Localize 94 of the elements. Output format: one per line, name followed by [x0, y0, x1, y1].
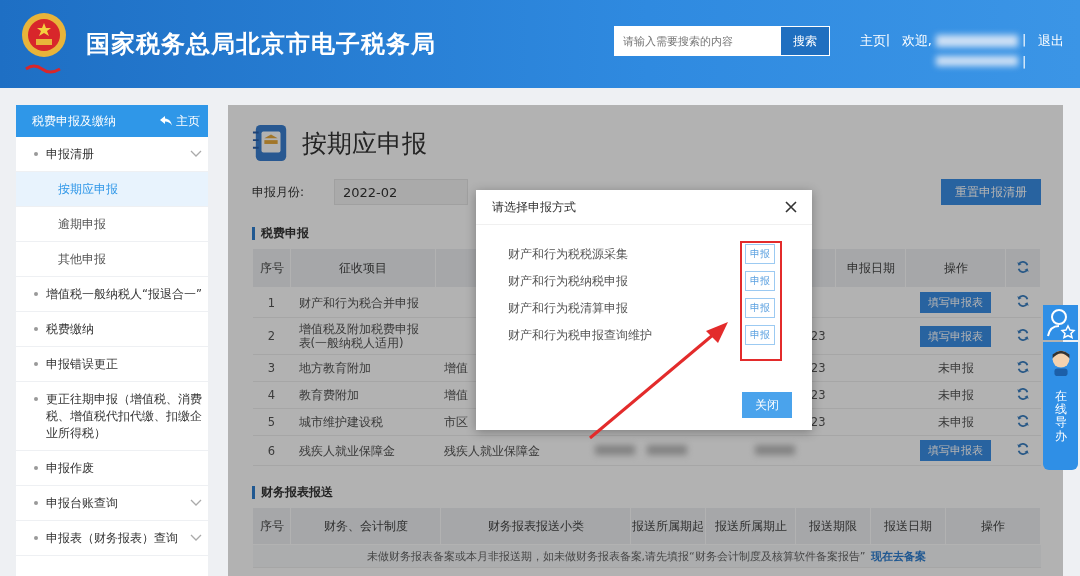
dialog-title: 请选择申报方式 [492, 198, 576, 216]
table-cell: 增值税及附加税费申报表(一般纳税人适用) [290, 317, 436, 355]
fill-form-button[interactable]: 填写申报表 [920, 325, 991, 347]
chevron-down-icon[interactable] [190, 150, 202, 158]
declare-button[interactable]: 申报 [745, 244, 775, 264]
column-header: 报送所属期止 [705, 507, 796, 545]
table-cell: 2 [252, 317, 291, 355]
home-link[interactable]: 主页 [859, 32, 886, 50]
bullet-icon [34, 362, 38, 366]
column-header: 报送期限 [795, 507, 871, 545]
month-field[interactable]: 2022-02 [334, 179, 468, 205]
page-title: 按期应申报 [302, 127, 427, 160]
logout-link[interactable]: 退出 [1038, 32, 1064, 50]
blurred-text [754, 444, 795, 455]
option-label: 财产和行为税税源采集 [508, 246, 629, 262]
column-header: 财务报表报送小类 [440, 507, 631, 545]
sidebar-item[interactable]: 申报错误更正 [16, 347, 208, 382]
table-cell: 残疾人就业保障金 [435, 435, 581, 466]
separator: | [1022, 32, 1028, 49]
bullet-icon [34, 152, 38, 156]
notice-text: 未做财务报表备案或本月非报送期，如未做财务报表备案,请先填报“财务会计制度及核算软件备案报告” 现在去备案 [366, 549, 927, 563]
refresh-icon[interactable] [1016, 442, 1030, 456]
bullet-icon [34, 327, 38, 331]
table-cell: 教育费附加 [290, 381, 436, 409]
column-header: 序号 [252, 248, 291, 288]
sidebar-subitem[interactable]: 其他申报 [16, 242, 208, 277]
blurred-text [646, 444, 687, 455]
table-cell: 残疾人就业保障金 [290, 435, 436, 466]
table-cell: 地方教育附加 [290, 354, 436, 382]
home-link[interactable]: 主页 [176, 112, 200, 130]
column-header: 序号 [252, 507, 291, 545]
sidebar-item[interactable]: 更正往期申报（增值税、消费税、增值税代扣代缴、扣缴企业所得税） [16, 382, 208, 451]
table-cell: 财产和行为税合并申报 [290, 287, 436, 318]
fill-form-button[interactable]: 填写申报表 [920, 292, 991, 313]
site-title: 国家税务总局北京市电子税务局 [86, 29, 436, 60]
column-header: 操作 [945, 507, 1041, 545]
column-header: 财务、会计制度 [290, 507, 441, 545]
bullet-icon [34, 536, 38, 540]
bullet-icon [34, 397, 38, 401]
table-cell: 6 [252, 435, 291, 466]
separator: | [1022, 54, 1028, 69]
bullet-icon [34, 501, 38, 505]
welcome-text: 欢迎, [901, 32, 932, 50]
sidebar-item[interactable]: 申报表（财务报表）查询 [16, 521, 208, 556]
declare-button[interactable]: 申报 [745, 271, 775, 291]
sidebar-item[interactable]: 税费缴纳 [16, 312, 208, 347]
refresh-icon[interactable] [1016, 386, 1030, 401]
refresh-icon[interactable] [1016, 294, 1030, 308]
table-cell: 3 [252, 354, 291, 382]
bullet-icon [34, 292, 38, 296]
refresh-icon[interactable] [1016, 259, 1030, 274]
status-text: 未申报 [937, 361, 974, 375]
reset-button[interactable]: 重置申报清册 [941, 179, 1041, 205]
status-text: 未申报 [937, 415, 974, 429]
table-cell: 5 [252, 408, 291, 436]
declare-button[interactable]: 申报 [745, 325, 775, 345]
register-link[interactable]: 现在去备案 [871, 549, 927, 563]
close-icon[interactable] [784, 200, 798, 214]
sidebar-subitem[interactable]: 逾期申报 [16, 207, 208, 242]
chevron-down-icon[interactable] [190, 534, 202, 542]
section-title: 财务报表报送 [252, 486, 1041, 499]
sidebar-item[interactable]: 申报作废 [16, 451, 208, 486]
refresh-icon[interactable] [1016, 413, 1030, 428]
table-cell: 4 [252, 381, 291, 409]
sidebar-item[interactable]: 申报台账查询 [16, 486, 208, 521]
blurred-text [594, 444, 635, 455]
option-label: 财产和行为税纳税申报 [508, 273, 629, 289]
bullet-icon [34, 466, 38, 470]
chevron-down-icon[interactable] [190, 499, 202, 507]
column-header: 操作 [905, 248, 1006, 288]
status-text: 未申报 [937, 388, 974, 402]
refresh-icon[interactable] [1016, 327, 1030, 342]
close-button[interactable]: 关闭 [742, 392, 792, 418]
online-guide-label: 在线导办 [1054, 390, 1067, 443]
column-header: 申报日期 [835, 248, 906, 288]
option-label: 财产和行为税申报查询维护 [508, 327, 653, 343]
sidebar-title: 税费申报及缴纳 [32, 112, 116, 130]
reply-arrow-icon[interactable] [160, 116, 172, 126]
month-label: 申报月份: [252, 183, 306, 201]
search-button[interactable]: 搜索 [779, 26, 830, 56]
online-guide-panel[interactable]: 在线导办 [1043, 342, 1078, 470]
option-label: 财产和行为税清算申报 [508, 300, 629, 316]
table-cell: 城市维护建设税 [290, 408, 436, 436]
fill-form-button[interactable]: 填写申报表 [920, 440, 991, 461]
sidebar-subitem[interactable]: 按期应申报 [16, 172, 208, 207]
column-header: 报送日期 [870, 507, 946, 545]
declare-button[interactable]: 申报 [745, 298, 775, 318]
sidebar-item[interactable]: 增值税一般纳税人“报退合一” [16, 277, 208, 312]
column-header: 征收项目 [290, 248, 436, 288]
table-cell: 1 [252, 287, 291, 318]
refresh-icon[interactable] [1016, 359, 1030, 374]
search-field[interactable]: 请输入需要搜索的内容 [613, 26, 780, 56]
separator: | [885, 32, 892, 49]
column-header: 报送所属期起 [630, 507, 706, 545]
